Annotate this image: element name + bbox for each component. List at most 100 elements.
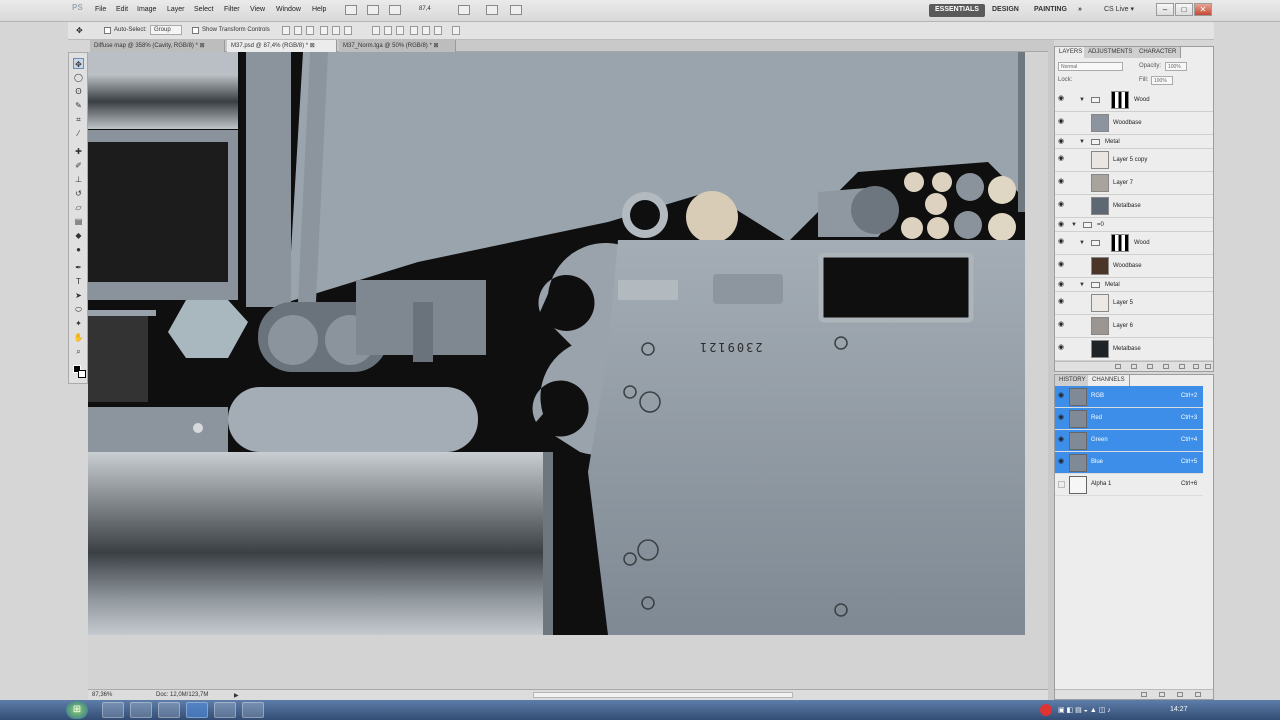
opacity-input[interactable]: 100% — [1165, 62, 1187, 71]
menu-image[interactable]: Image — [137, 6, 156, 13]
menu-layer[interactable]: Layer — [167, 6, 185, 13]
collapse-arrow-icon[interactable]: ▼ — [1079, 97, 1085, 103]
healing-brush-tool-icon[interactable]: ✚ — [73, 146, 84, 157]
visibility-eye-icon[interactable]: ◉ — [1058, 155, 1066, 162]
clone-stamp-tool-icon[interactable]: ⊥ — [73, 174, 84, 185]
adjustment-layer-icon[interactable] — [1163, 364, 1169, 369]
menu-edit[interactable]: Edit — [116, 6, 128, 13]
fill-input[interactable]: 100% — [1151, 76, 1173, 85]
layer-row[interactable]: ◉ Layer 7 — [1055, 172, 1213, 195]
workspace-painting-button[interactable]: PAINTING — [1028, 4, 1073, 17]
layer-thumbnail[interactable] — [1091, 151, 1109, 169]
save-selection-icon[interactable] — [1159, 692, 1165, 697]
layer-thumbnail[interactable] — [1091, 317, 1109, 335]
channel-row[interactable]: ◉ RGB Ctrl+2 — [1055, 386, 1203, 408]
workspace-essentials-button[interactable]: ESSENTIALS — [929, 4, 985, 17]
menu-file[interactable]: File — [95, 6, 106, 13]
visibility-eye-icon[interactable]: ◉ — [1058, 392, 1066, 399]
tab-adjustments[interactable]: ADJUSTMENTS — [1084, 47, 1138, 58]
menu-select[interactable]: Select — [194, 6, 213, 13]
tab-m37-norm[interactable]: M37_Norm.tga @ 50% (RGB/8) * ⊠ — [339, 40, 456, 52]
shape-tool-icon[interactable]: ⬭ — [73, 304, 84, 315]
canvas-area[interactable]: 2309121 — [88, 52, 1048, 689]
visibility-eye-icon[interactable]: ◉ — [1058, 138, 1066, 145]
collapse-arrow-icon[interactable]: ▼ — [1079, 139, 1085, 145]
minimize-icon[interactable]: – — [1156, 3, 1174, 16]
distribute-vcenter-icon[interactable] — [384, 26, 392, 35]
channel-row[interactable]: ◉ Blue Ctrl+5 — [1055, 452, 1203, 474]
collapse-arrow-icon[interactable]: ▼ — [1079, 282, 1085, 288]
tab-close-icon[interactable]: ⊠ — [433, 43, 438, 49]
arrange-documents-icon[interactable] — [486, 5, 498, 15]
align-top-icon[interactable] — [282, 26, 290, 35]
visibility-eye-icon[interactable]: ◉ — [1058, 298, 1066, 305]
distribute-top-icon[interactable] — [372, 26, 380, 35]
load-selection-icon[interactable] — [1141, 692, 1147, 697]
visibility-eye-icon[interactable]: ◉ — [1058, 458, 1066, 465]
brush-tool-icon[interactable]: ✐ — [73, 160, 84, 171]
new-layer-icon[interactable] — [1193, 364, 1199, 369]
pen-tool-icon[interactable]: ✒ — [73, 262, 84, 273]
blur-tool-icon[interactable]: ◆ — [73, 230, 84, 241]
launch-mini-bridge-icon[interactable] — [367, 5, 379, 15]
layer-group-row[interactable]: ◉ ▼ Metal — [1055, 135, 1213, 149]
collapse-arrow-icon[interactable]: ▼ — [1079, 240, 1085, 246]
layer-mask-thumbnail[interactable] — [1111, 234, 1129, 252]
tab-close-icon[interactable]: ⊠ — [200, 43, 205, 49]
eyedropper-tool-icon[interactable]: ⁄ — [73, 128, 84, 139]
layer-thumbnail[interactable] — [1091, 340, 1109, 358]
visibility-eye-icon[interactable]: ◉ — [1058, 261, 1066, 268]
dodge-tool-icon[interactable]: ● — [73, 244, 84, 255]
layer-row[interactable]: ◉ Metalbase — [1055, 338, 1213, 361]
visibility-eye-icon[interactable]: ◉ — [1058, 414, 1066, 421]
3d-rotate-tool-icon[interactable]: ✦ — [73, 318, 84, 329]
move-tool-icon[interactable]: ✥ — [73, 58, 84, 69]
visibility-eye-icon[interactable]: ◉ — [1058, 221, 1066, 228]
visibility-eye-icon[interactable]: ◉ — [1058, 321, 1066, 328]
add-style-icon[interactable] — [1131, 364, 1137, 369]
visibility-toggle[interactable] — [1058, 481, 1065, 488]
crop-tool-icon[interactable]: ⌗ — [73, 114, 84, 125]
layer-thumbnail[interactable] — [1091, 114, 1109, 132]
channel-row[interactable]: ◉ Red Ctrl+3 — [1055, 408, 1203, 430]
layer-row[interactable]: ◉ Layer 5 — [1055, 292, 1213, 315]
system-tray-icons[interactable]: ▣ ◧ ▤ ◒ ▲ ◫ ♪ — [1058, 706, 1158, 714]
horizontal-scrollbar[interactable] — [533, 692, 793, 698]
lasso-tool-icon[interactable]: ʘ — [73, 86, 84, 97]
auto-select-dropdown[interactable]: Group — [150, 25, 182, 35]
layer-row[interactable]: ◉ Metalbase — [1055, 195, 1213, 218]
cs-live-menu[interactable]: CS Live ▾ — [1104, 5, 1134, 13]
layer-row[interactable]: ◉ Woodbase — [1055, 112, 1213, 135]
taskbar-app-photoshop[interactable] — [186, 702, 208, 718]
layer-thumbnail[interactable] — [1091, 294, 1109, 312]
eraser-tool-icon[interactable]: ▱ — [73, 202, 84, 213]
channel-row[interactable]: ◉ Green Ctrl+4 — [1055, 430, 1203, 452]
channel-row[interactable]: Alpha 1 Ctrl+6 — [1055, 474, 1203, 496]
menu-help[interactable]: Help — [312, 6, 326, 13]
hand-tool-icon[interactable]: ✋ — [73, 332, 84, 343]
trash-icon[interactable] — [1205, 364, 1211, 369]
visibility-eye-icon[interactable]: ◉ — [1058, 118, 1066, 125]
layer-thumbnail[interactable] — [1091, 174, 1109, 192]
marquee-tool-icon[interactable]: ◯ — [73, 72, 84, 83]
visibility-eye-icon[interactable]: ◉ — [1058, 238, 1066, 245]
document-canvas[interactable]: 2309121 — [88, 52, 1025, 635]
distribute-hcenter-icon[interactable] — [422, 26, 430, 35]
auto-align-icon[interactable] — [452, 26, 460, 35]
layer-row[interactable]: ◉ ▼ Wood — [1055, 89, 1213, 112]
visibility-eye-icon[interactable]: ◉ — [1058, 201, 1066, 208]
layer-row[interactable]: ◉ Layer 6 — [1055, 315, 1213, 338]
tab-character[interactable]: CHARACTER — [1135, 47, 1182, 58]
taskbar-app-media[interactable] — [214, 702, 236, 718]
collapse-arrow-icon[interactable]: ▼ — [1071, 222, 1077, 228]
show-transform-checkbox[interactable] — [192, 27, 199, 34]
visibility-eye-icon[interactable]: ◉ — [1058, 95, 1066, 102]
taskbar-app-3dsmax[interactable] — [158, 702, 180, 718]
menu-window[interactable]: Window — [276, 6, 301, 13]
quick-selection-tool-icon[interactable]: ✎ — [73, 100, 84, 111]
menu-filter[interactable]: Filter — [224, 6, 240, 13]
align-right-icon[interactable] — [344, 26, 352, 35]
visibility-eye-icon[interactable]: ◉ — [1058, 436, 1066, 443]
layer-row[interactable]: ◉ Layer 5 copy — [1055, 149, 1213, 172]
type-tool-icon[interactable]: T — [73, 276, 84, 287]
